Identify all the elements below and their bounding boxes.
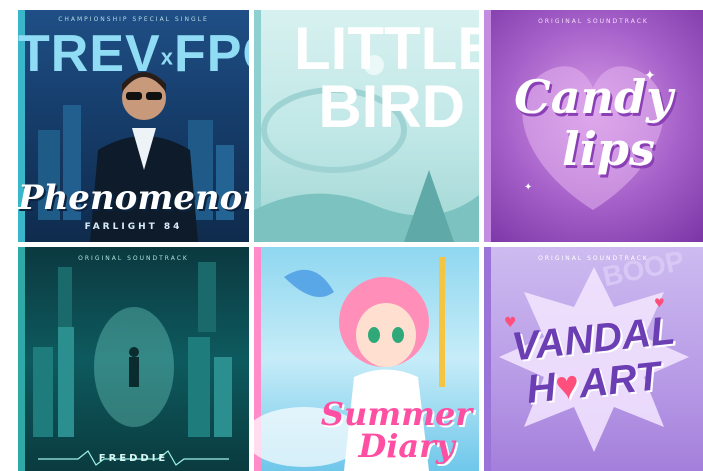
cover-footer: FARLIGHT 84 (84, 222, 183, 232)
album-cover-little-bird[interactable]: LITTLE BIRD (254, 10, 479, 242)
title-line-1: LITTLE (294, 15, 479, 82)
cover-top-line: ORIGINAL SOUNDTRACK (78, 255, 189, 262)
album-cover-trev-x-fpc[interactable]: CHAMPIONSHIP SPECIAL SINGLE TREVxFPC Phe… (18, 10, 249, 242)
title-trev: TREV (18, 25, 161, 83)
cover-script-line-2: Diary (358, 427, 455, 465)
cover-top-line: ORIGINAL SOUNDTRACK (538, 255, 649, 262)
title-line-2: BIRD (318, 73, 465, 140)
title-art: ART (576, 354, 663, 407)
cover-top-line: CHAMPIONSHIP SPECIAL SINGLE (58, 16, 209, 23)
title-fpc: FPC (173, 25, 249, 83)
album-cover-vandal-heart[interactable]: BOOP ♥ ♥ ORIGINAL SOUNDTRACK VANDAL H♥AR… (484, 247, 703, 471)
cover-title: TREVxFPC (18, 24, 249, 84)
city-illustration (33, 262, 232, 466)
album-cover-freddie[interactable]: ORIGINAL SOUNDTRACK FREDDIE (18, 247, 249, 471)
cover-script-line-1: Candy (514, 70, 673, 124)
heart-icon: ♥ (654, 296, 665, 310)
sparkle-icon: ✦ (524, 182, 532, 193)
title-x: x (160, 44, 174, 70)
album-cover-summer-diary[interactable]: Summer Diary (254, 247, 479, 471)
cover-title: LITTLE BIRD (294, 15, 479, 140)
album-cover-grid: CHAMPIONSHIP SPECIAL SINGLE TREVxFPC Phe… (18, 10, 703, 471)
cover-script-line-2: lips (561, 122, 655, 176)
cover-footer: FREDDIE (98, 453, 169, 464)
album-cover-candy-lips[interactable]: ✦ ✦ ORIGINAL SOUNDTRACK Candy lips (484, 10, 703, 242)
cover-script-title: Phenomenon (18, 178, 249, 218)
cover-top-line: ORIGINAL SOUNDTRACK (538, 18, 649, 25)
